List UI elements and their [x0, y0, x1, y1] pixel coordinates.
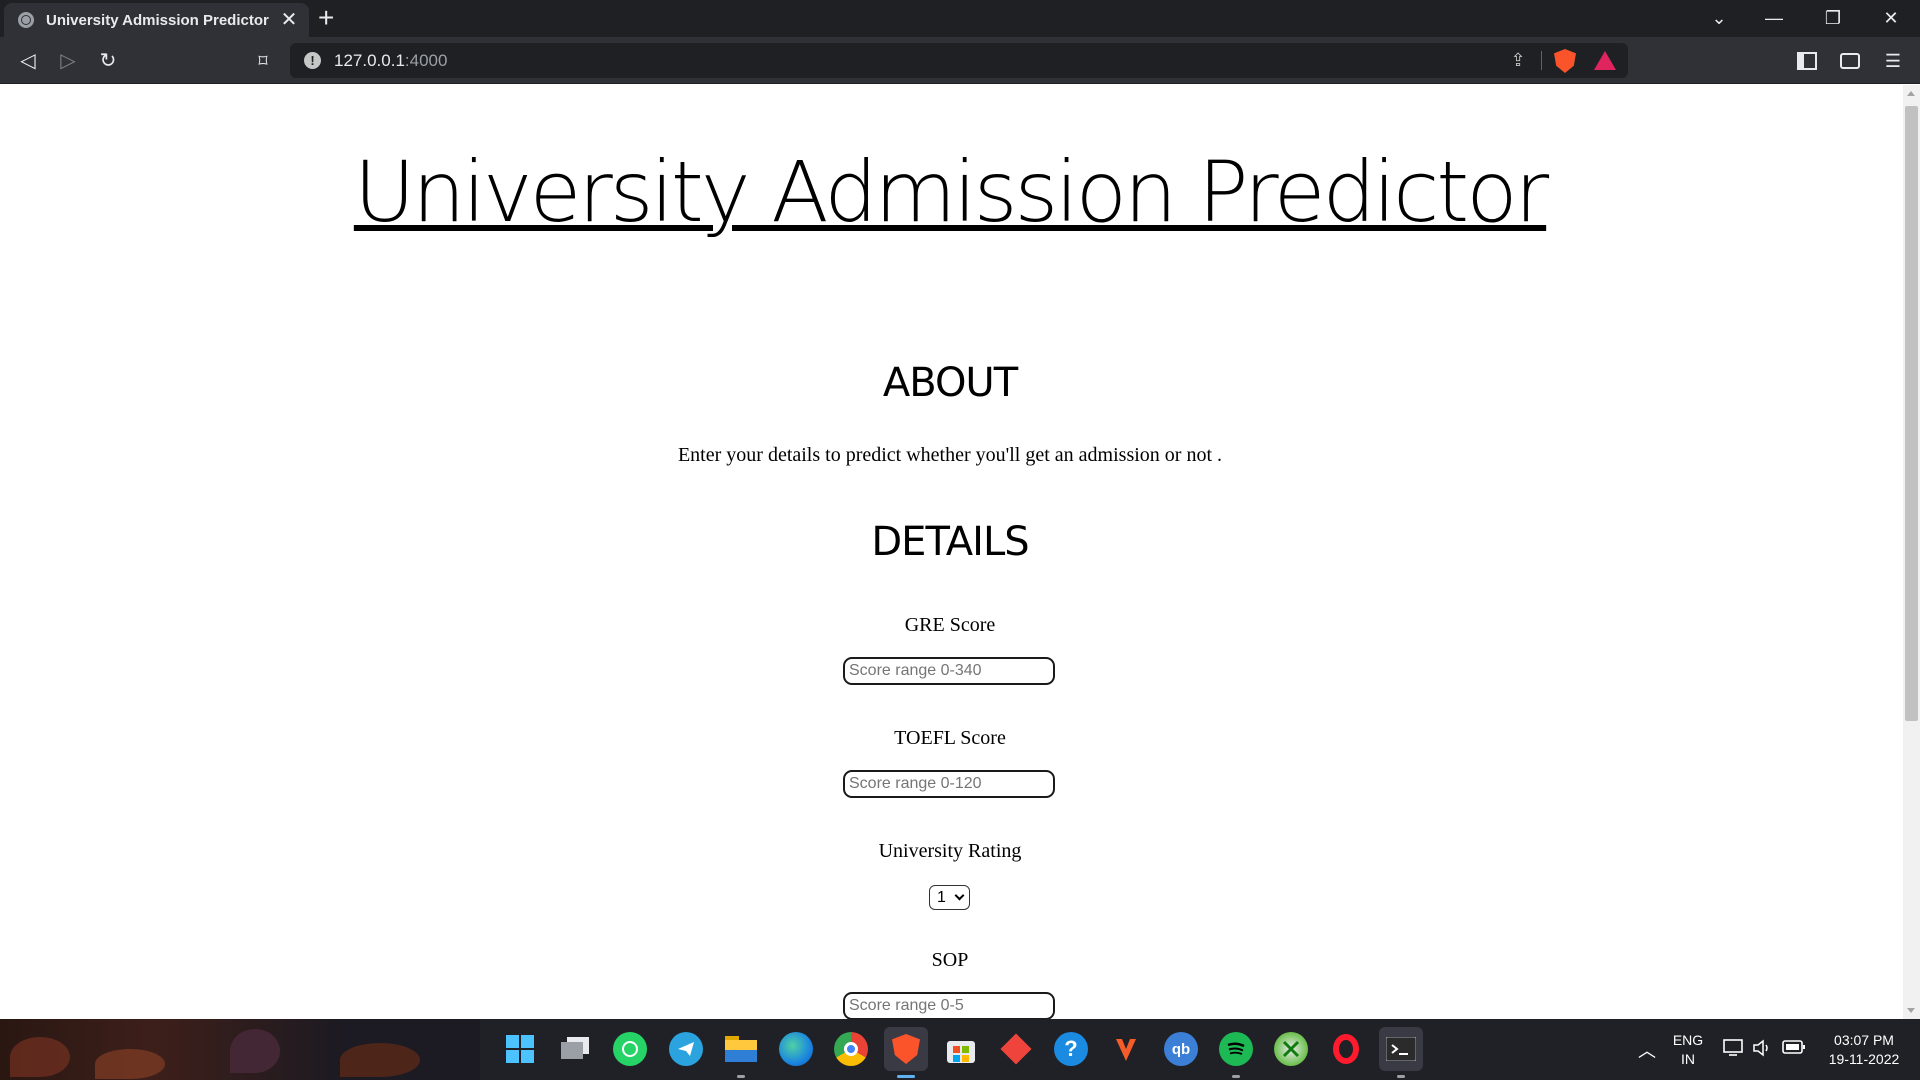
edge-icon[interactable]	[779, 1032, 813, 1066]
language-region: IN	[1681, 1051, 1695, 1067]
anydesk-icon[interactable]	[999, 1032, 1033, 1066]
help-icon[interactable]: ?	[1054, 1032, 1088, 1066]
windows-taskbar: ? qb ︿ ENG IN 03:07 PM 19-11-2022	[0, 1019, 1920, 1080]
wallpaper-decoration	[10, 1037, 70, 1077]
close-window-button[interactable]: ✕	[1871, 4, 1911, 32]
university-rating-value: 1	[937, 888, 946, 906]
gre-score-input[interactable]	[843, 657, 1055, 685]
new-tab-button[interactable]: +	[318, 2, 334, 34]
toefl-score-input[interactable]	[843, 770, 1055, 798]
scroll-up-icon[interactable]	[1907, 91, 1915, 96]
xbox-icon[interactable]	[1274, 1032, 1308, 1066]
tab-close-icon[interactable]: ✕	[279, 10, 299, 30]
clock-date: 19-11-2022	[1828, 1051, 1900, 1067]
chevron-up-icon[interactable]: ︿	[1638, 1037, 1656, 1063]
microsoft-store-icon[interactable]	[944, 1032, 978, 1066]
sidebar-icon[interactable]	[1797, 52, 1817, 70]
brave-rewards-icon[interactable]	[1594, 51, 1616, 70]
sop-label: SOP	[931, 949, 969, 971]
file-explorer-icon[interactable]	[724, 1032, 758, 1066]
network-icon[interactable]	[1723, 1039, 1745, 1062]
about-heading: ABOUT	[882, 360, 1018, 406]
clock-time: 03:07 PM	[1834, 1032, 1894, 1048]
anydesk-diamond	[1000, 1033, 1032, 1065]
language-indicator[interactable]: ENG IN	[1666, 1031, 1710, 1069]
chrome-icon[interactable]	[834, 1032, 868, 1066]
telegram-icon[interactable]	[669, 1032, 703, 1066]
volume-icon[interactable]	[1752, 1039, 1774, 1062]
minimize-button[interactable]: —	[1754, 4, 1794, 32]
running-indicator	[1397, 1075, 1405, 1078]
url-text[interactable]: 127.0.0.1:4000	[334, 51, 447, 71]
active-indicator	[897, 1075, 915, 1078]
qbittorrent-icon[interactable]: qb	[1164, 1032, 1198, 1066]
scroll-thumb[interactable]	[1905, 106, 1918, 721]
terminal-icon[interactable]	[1379, 1027, 1423, 1071]
browser-titlebar: University Admission Predictor ✕ + ⌄ — ❐…	[0, 0, 1920, 37]
brave-shield-shape	[892, 1034, 920, 1064]
info-icon[interactable]: !	[304, 52, 321, 69]
battery-icon[interactable]	[1782, 1039, 1806, 1060]
page-title: University Admission Predictor	[353, 143, 1549, 241]
globe-icon	[18, 12, 34, 28]
task-view-icon[interactable]	[558, 1032, 592, 1066]
page-viewport: University Admission Predictor ABOUT Ent…	[0, 85, 1920, 1019]
tab-search-icon[interactable]: ⌄	[1699, 4, 1739, 32]
spotify-icon[interactable]	[1219, 1032, 1253, 1066]
start-icon[interactable]	[503, 1032, 537, 1066]
clock[interactable]: 03:07 PM 19-11-2022	[1818, 1031, 1910, 1069]
details-heading: DETAILS	[871, 519, 1029, 565]
tab-title: University Admission Predictor	[46, 11, 269, 29]
scroll-down-icon[interactable]	[1907, 1008, 1915, 1013]
omnibox-divider	[1541, 51, 1542, 70]
running-indicator	[737, 1075, 745, 1078]
whatsapp-icon[interactable]	[613, 1032, 647, 1066]
browser-tab[interactable]: University Admission Predictor ✕	[4, 3, 309, 37]
opera-ring	[1333, 1034, 1359, 1064]
restore-button[interactable]: ❐	[1813, 4, 1853, 32]
bookmark-icon[interactable]: ⌑	[248, 46, 278, 76]
wallpaper-decoration	[230, 1029, 280, 1073]
chrome-center	[844, 1042, 858, 1056]
vivaldi-icon[interactable]	[1109, 1032, 1143, 1066]
page-scrollbar[interactable]	[1903, 85, 1920, 1019]
back-icon[interactable]: ◁	[13, 46, 43, 76]
share-icon[interactable]: ⇪	[1506, 48, 1530, 72]
chevron-down-icon	[954, 890, 965, 901]
menu-icon[interactable]: ☰	[1879, 47, 1907, 75]
running-indicator	[1232, 1075, 1240, 1078]
browser-toolbar: ◁ ▷ ↻ ⌑ ! 127.0.0.1:4000 ⇪ ☰	[0, 37, 1920, 84]
address-bar[interactable]: ! 127.0.0.1:4000 ⇪	[290, 43, 1628, 78]
university-rating-select[interactable]: 1	[929, 885, 970, 910]
opera-icon[interactable]	[1329, 1032, 1363, 1066]
brave-shields-icon[interactable]	[1554, 49, 1576, 73]
forward-icon[interactable]: ▷	[53, 46, 83, 76]
sop-score-input[interactable]	[843, 992, 1055, 1019]
reload-icon[interactable]: ↻	[93, 46, 123, 76]
toefl-label: TOEFL Score	[894, 727, 1006, 749]
wallpaper-decoration	[95, 1049, 165, 1079]
gre-label: GRE Score	[904, 614, 996, 636]
university-rating-label: University Rating	[878, 840, 1022, 862]
wallet-icon[interactable]	[1840, 53, 1860, 69]
brave-icon[interactable]	[884, 1027, 928, 1071]
language-code: ENG	[1672, 1032, 1704, 1048]
about-text: Enter your details to predict whether yo…	[677, 444, 1223, 466]
wallpaper-decoration	[340, 1043, 420, 1077]
